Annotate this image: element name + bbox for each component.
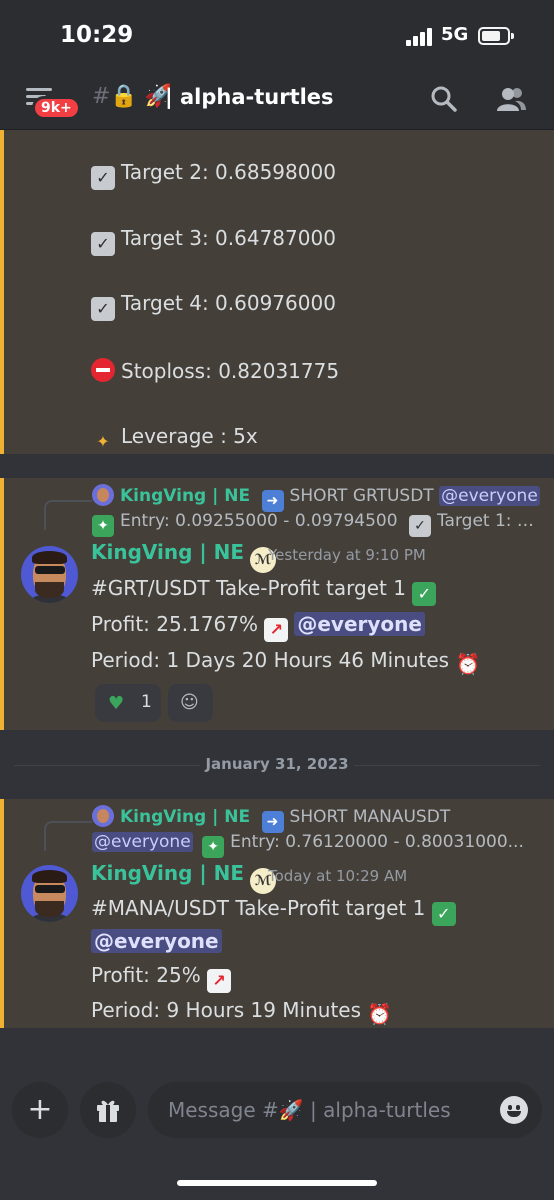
message-line: @everyone [91,929,222,953]
sparkle-emoji-icon: ✦ [202,836,225,858]
reply-connector [44,821,92,851]
home-indicator [177,1180,377,1186]
check-emoji-icon: ✓ [91,297,115,321]
right-arrow-emoji-icon: ➜ [261,490,284,512]
check-emoji-icon: ✓ [91,166,115,190]
reply-preview[interactable]: KingVing | NE ➜ SHORT GRTUSDT @everyone [92,484,540,512]
check-emoji-icon: ✓ [91,232,115,256]
reply-mention: @everyone [92,832,193,852]
chart-increasing-emoji-icon: ↗ [264,618,289,642]
dizzy-emoji-icon: ✦ [96,432,110,451]
date-divider-label: January 31, 2023 [200,755,354,773]
message-line: #GRT/USDT Take-Profit target 1 ✓ [91,576,442,606]
message-composer: + Message #🚀 | alpha-turtles [0,1070,554,1200]
reply-mention: @everyone [439,486,540,506]
emoji-picker-icon[interactable] [500,1096,528,1124]
message-line: Period: 9 Hours 19 Minutes ⏰ [91,998,393,1026]
search-icon[interactable] [430,85,458,113]
green-heart-icon: ♥ [108,693,125,714]
everyone-mention[interactable]: @everyone [91,929,222,953]
reply-preview-line2: @everyone ✦ Entry: 0.76120000 - 0.8003100… [92,832,524,858]
check-mark-button-emoji-icon: ✓ [431,902,456,926]
check-mark-button-emoji-icon: ✓ [412,582,437,606]
gift-icon [97,1100,119,1122]
right-arrow-emoji-icon: ➜ [261,811,284,833]
alarm-clock-emoji-icon: ⏰ [455,652,481,676]
message-line: #MANA/USDT Take-Profit target 1 ✓ [91,896,462,926]
unread-badge: 9k+ [32,96,81,120]
status-bar: 10:29 5G [0,0,554,72]
message-line: Stoploss: 0.82031775 [91,358,339,383]
alarm-clock-emoji-icon: ⏰ [367,1002,393,1026]
highlighted-message-top: ✓ Target 2: 0.68598000 ✓ Target 3: 0.64787… [0,130,554,454]
reaction-count: 1 [141,692,152,712]
message-line: ✓ Target 3: 0.64787000 [91,226,336,256]
gift-button[interactable] [80,1082,136,1138]
everyone-mention[interactable]: @everyone [294,612,425,636]
members-icon[interactable] [496,85,526,113]
network-type: 5G [441,24,469,45]
author-name[interactable]: KingVing | NE ℳ [91,861,277,894]
chart-increasing-emoji-icon: ↗ [207,969,232,993]
reply-avatar [92,805,114,827]
add-reaction-button[interactable]: ☺ [168,684,213,722]
message-grt[interactable]: KingVing | NE ➜ SHORT GRTUSDT @everyone ✦… [0,478,554,730]
message-line: Profit: 25.1767% ↗ @everyone [91,612,425,642]
check-emoji-icon: ✓ [408,515,431,537]
avatar[interactable] [21,546,78,603]
timestamp: Yesterday at 9:10 PM [268,546,426,564]
message-line: ✓ Target 2: 0.68598000 [91,160,336,190]
message-input[interactable]: Message #🚀 | alpha-turtles [148,1082,542,1138]
plus-icon: + [27,1092,53,1127]
reply-connector [44,500,92,530]
avatar[interactable] [21,865,78,922]
reaction-green-heart[interactable]: ♥ 1 [95,684,161,722]
no-entry-emoji-icon [91,358,115,382]
sparkle-emoji-icon: ✦ [92,515,114,537]
author-name[interactable]: KingVing | NE ℳ [91,540,277,573]
message-mana[interactable]: KingVing | NE ➜ SHORT MANAUSDT @everyone … [0,799,554,1028]
message-placeholder: Message #🚀 | alpha-turtles [168,1098,451,1122]
add-reaction-icon: ☺ [180,692,199,713]
timestamp: Today at 10:29 AM [268,867,408,885]
reply-preview-line2: ✦ Entry: 0.09255000 - 0.09794500 ✓ Target … [92,511,534,537]
status-time: 10:29 [60,22,134,48]
reply-preview[interactable]: KingVing | NE ➜ SHORT MANAUSDT [92,805,450,833]
channel-type-icons: #🔒 🚀 [92,84,173,109]
message-line: Profit: 25% ↗ [91,963,237,993]
reply-avatar [92,484,114,506]
message-line: Period: 1 Days 20 Hours 46 Minutes ⏰ [91,648,481,676]
channel-title[interactable]: | alpha-turtles [165,85,334,109]
message-line: ✦ Leverage : 5x [91,424,257,454]
signal-icon [406,28,434,46]
channel-header: 9k+ #🔒 🚀 | alpha-turtles [0,72,554,130]
battery-icon [478,27,514,45]
message-line: ✓ Target 4: 0.60976000 [91,291,336,321]
add-attachment-button[interactable]: + [12,1082,68,1138]
